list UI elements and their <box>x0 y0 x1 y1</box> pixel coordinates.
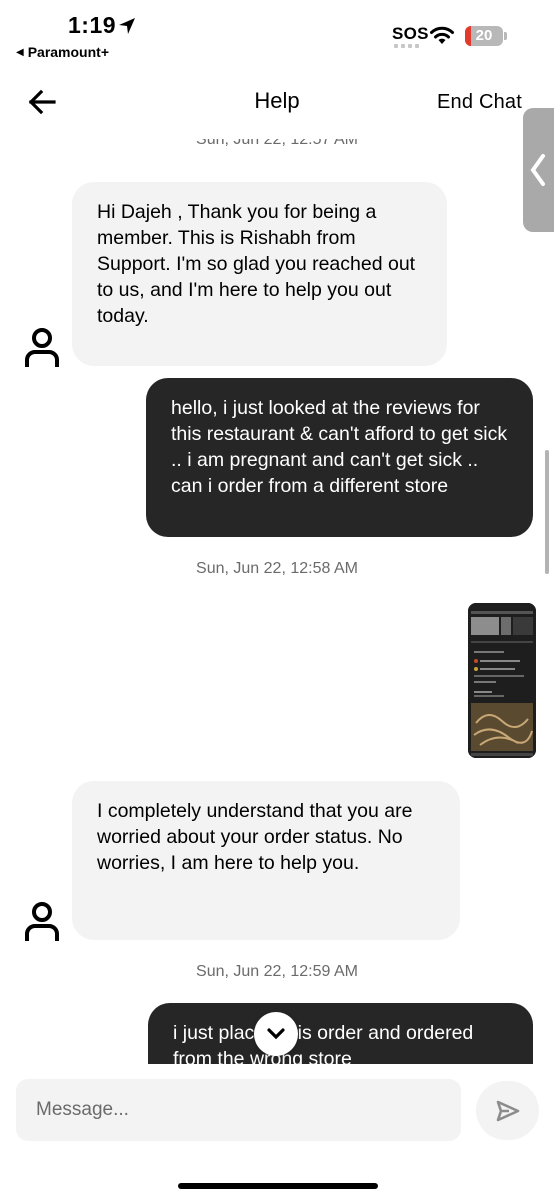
scroll-to-bottom-button[interactable] <box>254 1012 298 1056</box>
location-arrow-icon <box>119 18 135 34</box>
back-to-app-link[interactable]: ◀ Paramount+ <box>16 44 109 60</box>
back-triangle-icon: ◀ <box>16 46 24 58</box>
person-icon <box>25 328 59 367</box>
message-input[interactable] <box>16 1079 461 1141</box>
end-chat-button[interactable]: End Chat <box>437 91 522 114</box>
support-message: Hi Dajeh , Thank you for being a member.… <box>72 182 447 366</box>
support-message: I completely understand that you are wor… <box>72 781 460 940</box>
battery-level: 20 <box>475 27 493 44</box>
scrollbar[interactable] <box>545 450 549 574</box>
timestamp: Sun, Jun 22, 12:57 AM <box>196 131 358 148</box>
side-panel-tab[interactable] <box>523 108 554 232</box>
timestamp: Sun, Jun 22, 12:58 AM <box>196 560 358 577</box>
user-message: hello, i just looked at the reviews for … <box>146 378 533 537</box>
battery-icon: 20 <box>465 26 503 46</box>
chevron-left-icon <box>530 154 545 186</box>
chat-screen: 1:19 ◀ Paramount+ SOS 20 Help End Chat S… <box>0 0 554 1200</box>
wifi-icon <box>430 26 454 44</box>
back-app-label: Paramount+ <box>27 44 110 60</box>
timestamp: Sun, Jun 22, 12:59 AM <box>196 963 358 980</box>
send-button[interactable] <box>476 1081 539 1140</box>
chevron-down-icon <box>267 1028 285 1040</box>
signal-dots <box>394 44 419 48</box>
sos-indicator: SOS <box>392 24 429 43</box>
home-indicator <box>178 1183 378 1189</box>
status-time: 1:19 <box>68 12 117 38</box>
send-icon <box>496 1100 519 1121</box>
screenshot-thumbnail-image <box>468 603 536 758</box>
image-attachment[interactable] <box>468 603 536 758</box>
person-icon <box>25 902 59 941</box>
